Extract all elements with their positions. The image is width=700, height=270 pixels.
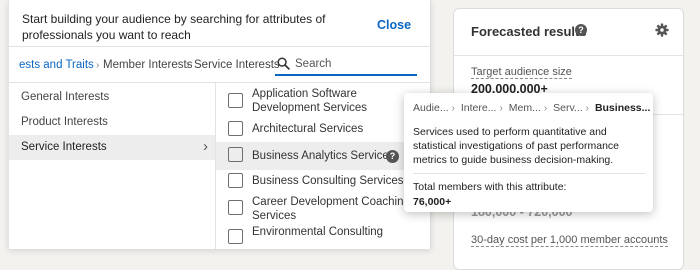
breadcrumb-separator-icon: › [451, 103, 455, 114]
close-button[interactable]: Close [377, 18, 411, 32]
option-label: Application Software Development Service… [252, 88, 368, 114]
divider [454, 55, 683, 56]
breadcrumb-separator-icon: › [499, 103, 503, 114]
search-input[interactable] [293, 54, 417, 74]
option-environmental-consulting[interactable]: Environmental Consulting [216, 225, 430, 249]
breadcrumb-item-traits[interactable]: ests and Traits [19, 59, 94, 71]
search-field[interactable] [275, 52, 417, 76]
category-service-interests[interactable]: Service Interests › [9, 135, 215, 160]
option-label: Environmental Consulting [252, 226, 384, 238]
cost-per-thousand-label[interactable]: 30-day cost per 1,000 member accounts [471, 234, 668, 247]
tooltip-crumb: Audie... [413, 102, 449, 114]
breadcrumb-separator-icon: › [96, 60, 100, 71]
tooltip-total-label: Total members with this attribute: [413, 181, 567, 193]
target-audience-label[interactable]: Target audience size [471, 66, 572, 79]
tooltip-crumb: Intere... [460, 102, 497, 114]
option-business-consulting-services[interactable]: Business Consulting Services [216, 170, 430, 192]
option-career-development-coaching-services[interactable]: Career Development Coaching Services [216, 193, 430, 225]
help-icon[interactable]: ? [575, 24, 587, 36]
option-checkbox[interactable] [228, 200, 243, 215]
option-checkbox[interactable] [228, 93, 243, 108]
help-icon[interactable]: ? [386, 150, 399, 163]
breadcrumb-separator-icon: › [543, 103, 548, 114]
option-label: Business Consulting Services [252, 175, 404, 187]
gear-icon[interactable] [655, 23, 669, 37]
tooltip-total-value: 76,000+ [413, 196, 452, 208]
category-list: General Interests Product Interests Serv… [9, 83, 216, 249]
tooltip-crumb: Mem... [508, 102, 541, 114]
category-general-interests[interactable]: General Interests [9, 85, 215, 110]
option-list: Application Software Development Service… [216, 83, 430, 249]
forecast-title: Forecasted results [471, 24, 587, 39]
breadcrumb-item-service-interests: Service Interests [194, 59, 280, 71]
picker-header: Start building your audience by searchin… [9, 0, 430, 47]
tooltip-breadcrumb: Audie... › Intere... › Mem... › Serv... › Bu… [413, 102, 650, 114]
category-label: Product Interests [21, 116, 108, 128]
category-label: General Interests [21, 91, 110, 103]
option-architectural-services[interactable]: Architectural Services [216, 118, 430, 142]
breadcrumb-item-member-interests[interactable]: Member Interests [103, 59, 192, 71]
tooltip-crumb: Serv... [553, 102, 583, 114]
breadcrumb-separator-icon: › [585, 103, 590, 114]
divider [413, 173, 645, 174]
option-checkbox[interactable] [228, 173, 243, 188]
option-checkbox[interactable] [228, 121, 243, 136]
breadcrumb-separator-icon: › [186, 60, 190, 71]
category-label: Service Interests [21, 141, 107, 153]
attribute-tooltip: Audie... › Intere... › Mem... › Serv... › Bu… [404, 93, 653, 212]
attribute-picker-panel: Start building your audience by searchin… [8, 0, 431, 249]
option-label: Career Development Coaching Services [252, 196, 410, 222]
option-checkbox[interactable] [228, 229, 243, 244]
tooltip-crumb-current: Business... [594, 102, 651, 114]
option-label: Architectural Services [252, 123, 364, 135]
chevron-right-icon: › [203, 138, 208, 155]
option-application-software-development-services[interactable]: Application Software Development Service… [216, 85, 430, 117]
picker-instruction: Start building your audience by searchin… [22, 12, 326, 42]
search-icon [277, 57, 290, 70]
tooltip-description: Services used to perform quantitative an… [413, 126, 620, 166]
option-business-analytics-services[interactable]: Business Analytics Services ? [216, 142, 430, 170]
option-checkbox[interactable] [228, 147, 243, 162]
category-product-interests[interactable]: Product Interests [9, 110, 215, 135]
